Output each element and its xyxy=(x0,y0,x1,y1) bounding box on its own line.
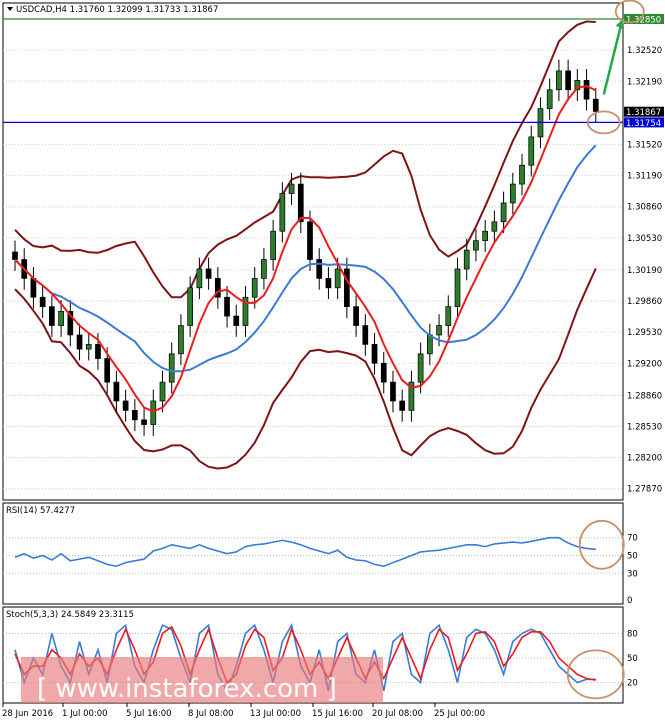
y-tick-label: 1.30190 xyxy=(627,266,662,276)
candle-body xyxy=(344,268,350,308)
stoch-tick-label: 20 xyxy=(627,679,638,689)
candle-body xyxy=(85,344,92,350)
stoch-header: Stoch(5,3,3) 24.5849 23.3115 xyxy=(6,610,134,620)
x-tick-label: 28 Jun 2016 xyxy=(2,709,53,719)
candle-body xyxy=(556,70,562,91)
chart-stage: 1.32850 1.31867 1.31754 1.32520 1.32190 1.315… xyxy=(0,0,665,723)
candle-body xyxy=(482,230,489,242)
candle-body xyxy=(187,287,194,326)
candle-body xyxy=(592,98,599,112)
candle-body xyxy=(95,344,101,359)
y-tick-label: 1.32520 xyxy=(627,46,662,56)
rsi-frame xyxy=(2,502,624,605)
candle-body xyxy=(436,325,442,336)
main-frame xyxy=(2,2,624,501)
candle-body xyxy=(233,315,240,326)
candle-body xyxy=(334,268,341,289)
price-label: 1.31867 xyxy=(626,108,661,118)
candle-body xyxy=(104,358,111,383)
candle-body xyxy=(159,381,166,402)
candle-body xyxy=(12,251,18,260)
candle-body xyxy=(76,334,83,350)
y-tick-label: 1.28200 xyxy=(627,454,662,464)
rsi-tick-label: 30 xyxy=(627,569,638,579)
y-tick-label: 1.29860 xyxy=(627,297,662,307)
x-tick-label: 8 Jul 08:00 xyxy=(188,709,234,719)
candle-body xyxy=(491,221,498,232)
candle-body xyxy=(251,278,258,298)
x-tick-label: 1 Jul 00:00 xyxy=(62,709,108,719)
candle-body xyxy=(473,240,479,251)
chart-header: USDCAD,H4 1.31760 1.32099 1.31733 1.3186… xyxy=(16,5,218,15)
rsi-header: RSI(14) 57.4277 xyxy=(6,506,75,516)
y-tick-label: 1.28860 xyxy=(627,391,662,401)
x-tick-label: 20 Jul 08:00 xyxy=(372,709,423,719)
candle-body xyxy=(150,400,157,425)
candle-body xyxy=(399,400,406,411)
y-tick-label: 1.31190 xyxy=(627,172,662,182)
candle-body xyxy=(261,259,267,279)
candle-body xyxy=(141,419,147,425)
candle-body xyxy=(445,306,452,326)
candle-body xyxy=(297,183,304,223)
time-axis: 28 Jun 2016 1 Jul 00:00 5 Jul 16:00 8 Jul 0… xyxy=(2,703,485,719)
y-tick-label: 1.30530 xyxy=(627,234,662,244)
y-tick-label: 1.29200 xyxy=(627,359,662,369)
y-tick-label: 1.27870 xyxy=(627,485,662,495)
candle-body xyxy=(454,268,461,308)
candle-body xyxy=(178,325,184,355)
stoch-tick-label: 80 xyxy=(627,629,638,639)
candle-body xyxy=(390,381,396,402)
candle-body xyxy=(463,249,470,270)
chart-svg: 1.32850 1.318671.31754 1.32520 1.32190 1.315… xyxy=(2,0,664,719)
stoch-tick-label: 50 xyxy=(627,654,638,664)
candle-body xyxy=(131,410,138,421)
y-tick-label: 1.29530 xyxy=(627,328,662,338)
price-label: 1.32850 xyxy=(626,16,661,26)
rsi-tick-label: 70 xyxy=(627,534,638,544)
price-label: 1.31754 xyxy=(626,119,661,129)
y-tick-label: 1.28530 xyxy=(627,422,662,432)
candle-body xyxy=(325,278,332,289)
candle-body xyxy=(279,193,286,232)
candle-body xyxy=(519,164,525,185)
candle-body xyxy=(509,183,516,204)
y-tick-label: 1.30860 xyxy=(627,203,662,213)
candle-body xyxy=(49,306,55,326)
candle-body xyxy=(528,136,535,166)
candle-body xyxy=(353,306,359,326)
candle-body xyxy=(196,268,203,289)
x-tick-label: 13 Jul 00:00 xyxy=(250,709,301,719)
candle-body xyxy=(224,296,230,317)
candle-body xyxy=(565,70,571,91)
candle-body xyxy=(316,259,323,279)
candle-body xyxy=(500,202,507,223)
candle-body xyxy=(371,344,378,364)
rsi-tick-label: 50 xyxy=(627,552,638,562)
candle-body xyxy=(205,268,212,279)
candle-body xyxy=(168,353,175,383)
candle-body xyxy=(583,79,590,100)
candle-body xyxy=(426,334,433,355)
candle-body xyxy=(122,400,129,411)
candle-body xyxy=(288,183,295,194)
candle-body xyxy=(417,353,424,383)
candle-body xyxy=(307,221,313,260)
candle-body xyxy=(39,296,46,308)
candle-body xyxy=(113,381,120,402)
y-tick-label: 1.32190 xyxy=(627,77,662,87)
candle-body xyxy=(58,311,64,326)
x-tick-label: 25 Jul 00:00 xyxy=(434,709,485,719)
candle-body xyxy=(546,89,553,109)
candle-body xyxy=(362,325,369,345)
watermark-text: [ www.instaforex.com ] xyxy=(37,674,337,704)
x-tick-label: 5 Jul 16:00 xyxy=(126,709,172,719)
candle-body xyxy=(30,278,37,298)
candle-body xyxy=(380,362,387,383)
x-tick-label: 15 Jul 16:00 xyxy=(312,709,363,719)
rsi-tick-label: 0 xyxy=(627,596,632,606)
y-tick-label: 1.31520 xyxy=(627,140,662,150)
candle-body xyxy=(270,230,276,260)
